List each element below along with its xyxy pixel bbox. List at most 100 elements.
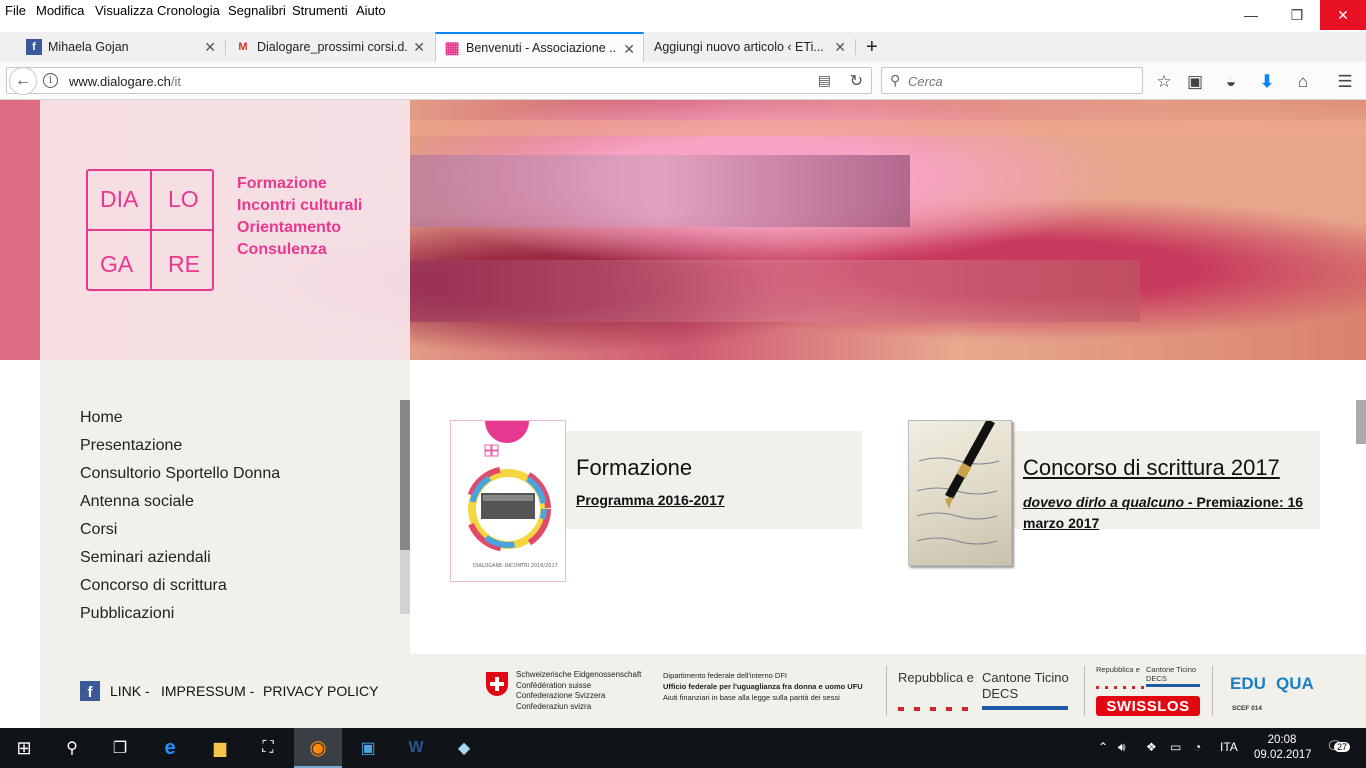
facebook-icon[interactable]: f xyxy=(80,681,100,701)
tab-label: Benvenuti - Associazione ... xyxy=(466,41,616,55)
url-bar[interactable]: ← i www.dialogare.ch/it ▤ ↻ xyxy=(6,67,872,95)
footer: f LINK - IMPRESSUM - PRIVACY POLICY Schw… xyxy=(40,654,1366,728)
close-tab-icon[interactable]: ✕ xyxy=(623,41,635,58)
dialogare-logo[interactable]: DIA LO GA RE xyxy=(86,169,214,291)
tab-wordpress[interactable]: Aggiungi nuovo articolo ‹ ETi... ✕ xyxy=(646,32,854,62)
nav-consultorio[interactable]: Consultorio Sportello Donna xyxy=(80,460,280,488)
minimize-button[interactable]: — xyxy=(1228,0,1274,30)
site-info-icon[interactable]: i xyxy=(43,73,58,88)
confederation-logo[interactable]: Schweizerische Eidgenossenschaft Confédé… xyxy=(516,670,641,712)
tab-bar: f Mihaela Gojan ✕ M Dialogare_prossimi c… xyxy=(0,32,1366,62)
windows-taskbar: ⊞ ⚲ ❐ e ▆ ⛶ ◉ ▣ W ◆ ⌃ 🔊︎ ❖ ▭ ◔ ITA 20:08… xyxy=(0,728,1366,768)
url-text[interactable]: www.dialogare.ch/it xyxy=(69,74,181,89)
tagline: Formazione Incontri culturali Orientamen… xyxy=(237,175,363,258)
menu-modifica[interactable]: Modifica xyxy=(36,3,84,18)
footer-link[interactable]: LINK - xyxy=(110,683,150,699)
programma-thumbnail[interactable]: DIALOGARE–INCONTRI 2016/2017 xyxy=(450,399,566,582)
eduqua-logo[interactable]: EDU QUA SCEF 014 xyxy=(1230,668,1330,716)
tab-label: Aggiungi nuovo articolo ‹ ETi... xyxy=(654,40,824,54)
wifi-icon[interactable]: ◔ xyxy=(1194,740,1201,754)
footer-privacy-policy[interactable]: PRIVACY POLICY xyxy=(263,683,378,699)
app-icon[interactable]: ◆ xyxy=(440,728,488,768)
reload-icon[interactable]: ↻ xyxy=(850,71,863,91)
reading-list-icon[interactable]: ▣ xyxy=(1184,71,1206,93)
card-title[interactable]: Concorso di scrittura 2017 xyxy=(1023,455,1280,481)
facebook-icon: f xyxy=(26,39,42,55)
search-icon: ⚲ xyxy=(890,72,901,88)
volume-icon[interactable]: 🔊︎ xyxy=(1118,740,1126,755)
card-formazione[interactable]: Formazione Programma 2016-2017 xyxy=(566,431,862,529)
card-concorso[interactable]: Concorso di scrittura 2017 dovevo dirlo … xyxy=(1012,431,1320,531)
search-icon[interactable]: ⚲ xyxy=(48,728,96,768)
swisslos-logo[interactable]: Repubblica e Cantone Ticino DECS SWISSLO… xyxy=(1096,664,1202,718)
home-icon[interactable]: ⌂ xyxy=(1292,71,1314,93)
dialogare-icon: ▦ xyxy=(444,40,460,57)
tab-dialogare[interactable]: ▦ Benvenuti - Associazione ... ✕ xyxy=(435,32,644,62)
outlook-icon[interactable]: ▣ xyxy=(344,728,392,768)
card-title: Formazione xyxy=(576,455,693,480)
header-banner: DIA LO GA RE Formazione Incontri cultura… xyxy=(0,100,1366,360)
menu-segnalibri[interactable]: Segnalibri xyxy=(228,3,286,18)
reader-view-icon[interactable]: ▤ xyxy=(818,72,831,89)
restore-button[interactable]: ❐ xyxy=(1274,0,1320,30)
nav-home[interactable]: Home xyxy=(80,404,280,432)
file-explorer-icon[interactable]: ▆ xyxy=(196,728,244,768)
back-arrow-icon[interactable]: ← xyxy=(9,67,37,95)
card-link[interactable]: Programma 2016-2017 xyxy=(576,490,725,511)
edge-icon[interactable]: e xyxy=(146,728,194,768)
action-center-icon[interactable]: 🗨︎ 27 xyxy=(1326,738,1351,758)
sidebar-scrollbar[interactable] xyxy=(400,400,410,614)
word-icon[interactable]: W xyxy=(392,728,440,768)
tab-facebook[interactable]: f Mihaela Gojan ✕ xyxy=(18,32,224,62)
menu-visualizza[interactable]: Visualizza xyxy=(95,3,153,18)
page-scrollbar[interactable] xyxy=(1356,400,1366,444)
star-icon[interactable]: ☆ xyxy=(1153,71,1175,93)
web-page: DIA LO GA RE Formazione Incontri cultura… xyxy=(0,100,1366,728)
navigation-toolbar: ← i www.dialogare.ch/it ▤ ↻ ⚲ Cerca ☆ ▣ … xyxy=(0,62,1366,100)
search-placeholder: Cerca xyxy=(908,74,943,89)
close-tab-icon[interactable]: ✕ xyxy=(413,39,425,56)
menu-strumenti[interactable]: Strumenti xyxy=(292,3,348,18)
dropbox-icon[interactable]: ❖ xyxy=(1146,740,1157,754)
menu-cronologia[interactable]: Cronologia xyxy=(157,3,220,18)
pocket-icon[interactable]: ◒ xyxy=(1220,71,1242,93)
tray-chevron-icon[interactable]: ⌃ xyxy=(1098,740,1108,754)
svg-text:DIALOGARE–INCONTRI 2016/2017: DIALOGARE–INCONTRI 2016/2017 xyxy=(473,563,558,569)
menu-icon[interactable]: ☰ xyxy=(1334,71,1356,93)
pen-writing-thumbnail[interactable] xyxy=(908,418,1012,566)
gmail-icon: M xyxy=(238,41,248,53)
battery-icon[interactable]: ▭ xyxy=(1170,740,1181,754)
nav-pubblicazioni[interactable]: Pubblicazioni xyxy=(80,600,280,628)
nav-corsi[interactable]: Corsi xyxy=(80,516,280,544)
task-view-icon[interactable]: ❐ xyxy=(96,728,144,768)
close-tab-icon[interactable]: ✕ xyxy=(204,39,216,56)
new-tab-button[interactable]: + xyxy=(862,32,886,62)
search-input[interactable]: ⚲ Cerca xyxy=(881,67,1143,94)
main-content: Home Presentazione Consultorio Sportello… xyxy=(0,360,1366,654)
store-icon[interactable]: ⛶ xyxy=(244,728,292,768)
firefox-icon[interactable]: ◉ xyxy=(294,728,342,768)
menu-file[interactable]: File xyxy=(5,3,26,18)
menu-bar: File Modifica Visualizza Cronologia Segn… xyxy=(0,0,1366,22)
close-window-button[interactable]: ✕ xyxy=(1320,0,1366,30)
tab-label: Mihaela Gojan xyxy=(48,40,129,54)
language-indicator[interactable]: ITA xyxy=(1220,740,1238,754)
menu-aiuto[interactable]: Aiuto xyxy=(356,3,386,18)
clock[interactable]: 20:08 09.02.2017 xyxy=(1254,733,1312,763)
ticino-decs-logo[interactable]: Repubblica e Cantone Ticino DECS xyxy=(898,668,1070,714)
dfi-text: Dipartimento federale dell'interno DFI U… xyxy=(663,671,863,702)
nav-seminari[interactable]: Seminari aziendali xyxy=(80,544,280,572)
nav-presentazione[interactable]: Presentazione xyxy=(80,432,280,460)
card-link[interactable]: dovevo dirlo a qualcuno - Premiazione: 1… xyxy=(1023,492,1313,534)
windows-start-icon[interactable]: ⊞ xyxy=(0,728,48,768)
swiss-shield-icon xyxy=(486,672,508,696)
nav-antenna-sociale[interactable]: Antenna sociale xyxy=(80,488,280,516)
tab-label: Dialogare_prossimi corsi.d... xyxy=(257,40,407,54)
sidebar-nav: Home Presentazione Consultorio Sportello… xyxy=(40,360,410,654)
footer-impressum[interactable]: IMPRESSUM - xyxy=(161,683,254,699)
tab-gmail[interactable]: M Dialogare_prossimi corsi.d... ✕ xyxy=(227,32,433,62)
logo-panel: DIA LO GA RE Formazione Incontri cultura… xyxy=(40,100,410,360)
nav-concorso[interactable]: Concorso di scrittura xyxy=(80,572,280,600)
download-icon[interactable]: ⬇ xyxy=(1256,71,1278,93)
close-tab-icon[interactable]: ✕ xyxy=(834,39,846,56)
